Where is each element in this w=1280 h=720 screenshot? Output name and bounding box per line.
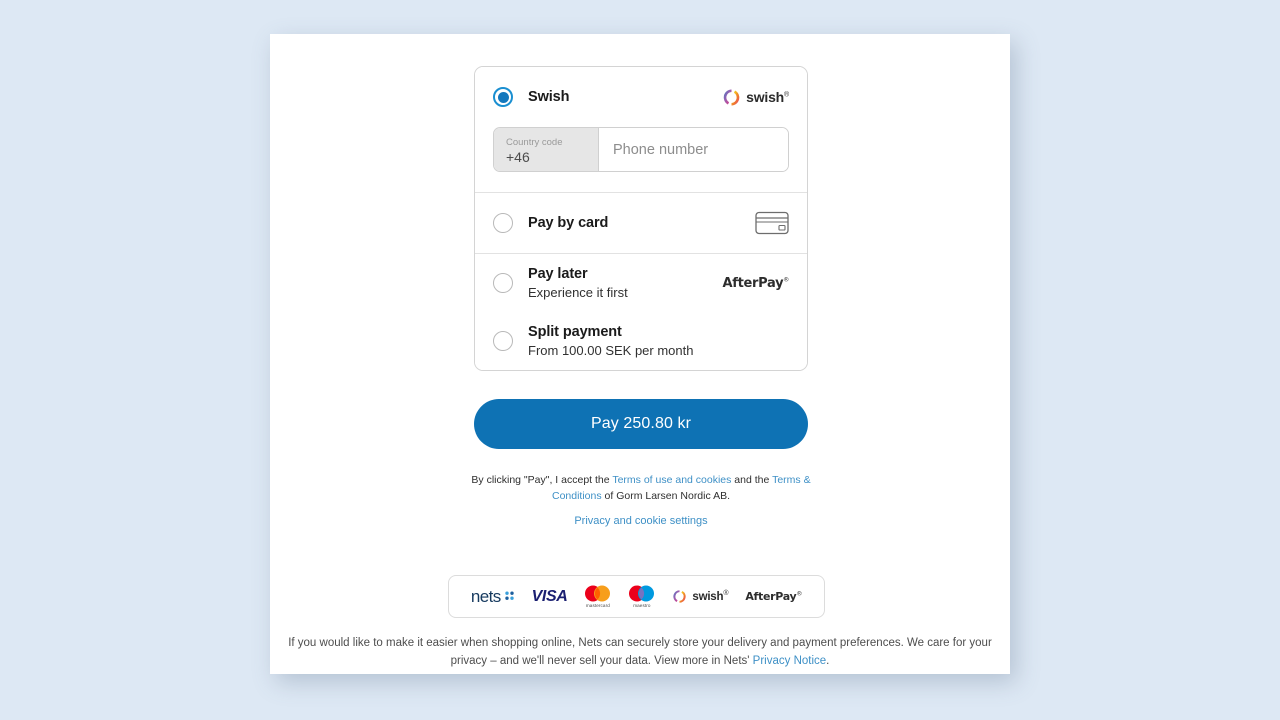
swish-wordmark-footer: swish bbox=[692, 590, 724, 603]
payment-option-pay-by-card[interactable]: Pay by card bbox=[475, 192, 807, 253]
payment-option-swish[interactable]: Swish swish® Country code +46 Phone numb… bbox=[475, 67, 807, 172]
mastercard-logo: mastercard bbox=[584, 585, 611, 608]
swish-swirl-icon bbox=[673, 590, 687, 603]
payment-option-pay-later[interactable]: Pay later Experience it first AfterPay® bbox=[475, 253, 807, 312]
afterpay-wordmark-footer: AfterPay bbox=[745, 590, 797, 603]
checkout-sheet: Swish swish® Country code +46 Phone numb… bbox=[270, 34, 1010, 674]
legal-terms-text: By clicking "Pay", I accept the Terms of… bbox=[470, 472, 812, 505]
footnote-line-1: If you would like to make it easier when… bbox=[288, 637, 950, 649]
payment-option-split-payment[interactable]: Split payment From 100.00 SEK per month bbox=[475, 312, 807, 370]
footnote-line-2-suffix: . bbox=[826, 655, 830, 668]
legal-middle: and the bbox=[731, 474, 773, 486]
payment-option-subtitle: From 100.00 SEK per month bbox=[528, 342, 694, 358]
swish-phone-row[interactable]: Country code +46 bbox=[493, 127, 789, 172]
legal-suffix: of Gorm Larsen Nordic AB. bbox=[601, 490, 730, 503]
maestro-caption: maestro bbox=[633, 603, 651, 608]
accepted-payment-brands-bar: nets VISA mastercard maestro swish® Afte… bbox=[448, 575, 825, 618]
privacy-and-cookie-settings-link[interactable]: Privacy and cookie settings bbox=[470, 515, 812, 527]
nets-logo: nets bbox=[471, 587, 515, 607]
country-code-field[interactable]: Country code +46 bbox=[494, 128, 599, 171]
terms-of-use-link[interactable]: Terms of use and cookies bbox=[612, 474, 731, 486]
payment-method-list: Swish swish® Country code +46 Phone numb… bbox=[474, 66, 808, 371]
mastercard-caption: mastercard bbox=[585, 603, 610, 608]
swish-logo-footer: swish® bbox=[672, 589, 729, 604]
afterpay-logo: AfterPay® bbox=[722, 275, 790, 291]
swish-swirl-icon bbox=[723, 89, 740, 105]
credit-card-icon bbox=[755, 211, 789, 235]
swish-wordmark: swish bbox=[746, 89, 785, 105]
country-code-label: Country code bbox=[506, 136, 563, 148]
payment-option-title: Split payment bbox=[528, 323, 622, 340]
nets-dots-icon bbox=[504, 591, 514, 600]
radio-swish[interactable] bbox=[493, 87, 513, 107]
payment-option-subtitle: Experience it first bbox=[528, 284, 628, 300]
page-background: Swish swish® Country code +46 Phone numb… bbox=[0, 0, 1280, 720]
nets-privacy-footnote: If you would like to make it easier when… bbox=[278, 634, 1002, 671]
country-code-value: +46 bbox=[506, 148, 530, 165]
afterpay-logo-footer: AfterPay® bbox=[745, 590, 803, 603]
radio-pay-by-card[interactable] bbox=[493, 213, 513, 233]
maestro-circles-icon bbox=[629, 585, 655, 602]
radio-pay-later[interactable] bbox=[493, 273, 513, 293]
legal-prefix: By clicking "Pay", I accept the bbox=[471, 474, 613, 486]
payment-option-title: Swish bbox=[528, 88, 570, 105]
swish-logo: swish® bbox=[722, 88, 789, 107]
payment-option-title: Pay by card bbox=[528, 214, 609, 231]
payment-option-title: Pay later bbox=[528, 265, 588, 282]
credit-card-glyph bbox=[755, 211, 789, 235]
mastercard-circles-icon bbox=[585, 585, 611, 602]
privacy-notice-link[interactable]: Privacy Notice bbox=[753, 655, 827, 667]
maestro-logo: maestro bbox=[628, 585, 655, 608]
afterpay-wordmark: AfterPay bbox=[722, 275, 784, 291]
phone-number-input[interactable] bbox=[599, 128, 788, 171]
nets-wordmark: nets bbox=[470, 586, 501, 606]
pay-button[interactable]: Pay 250.80 kr bbox=[474, 399, 808, 449]
radio-split-payment[interactable] bbox=[493, 331, 513, 351]
visa-logo: VISA bbox=[531, 587, 568, 605]
